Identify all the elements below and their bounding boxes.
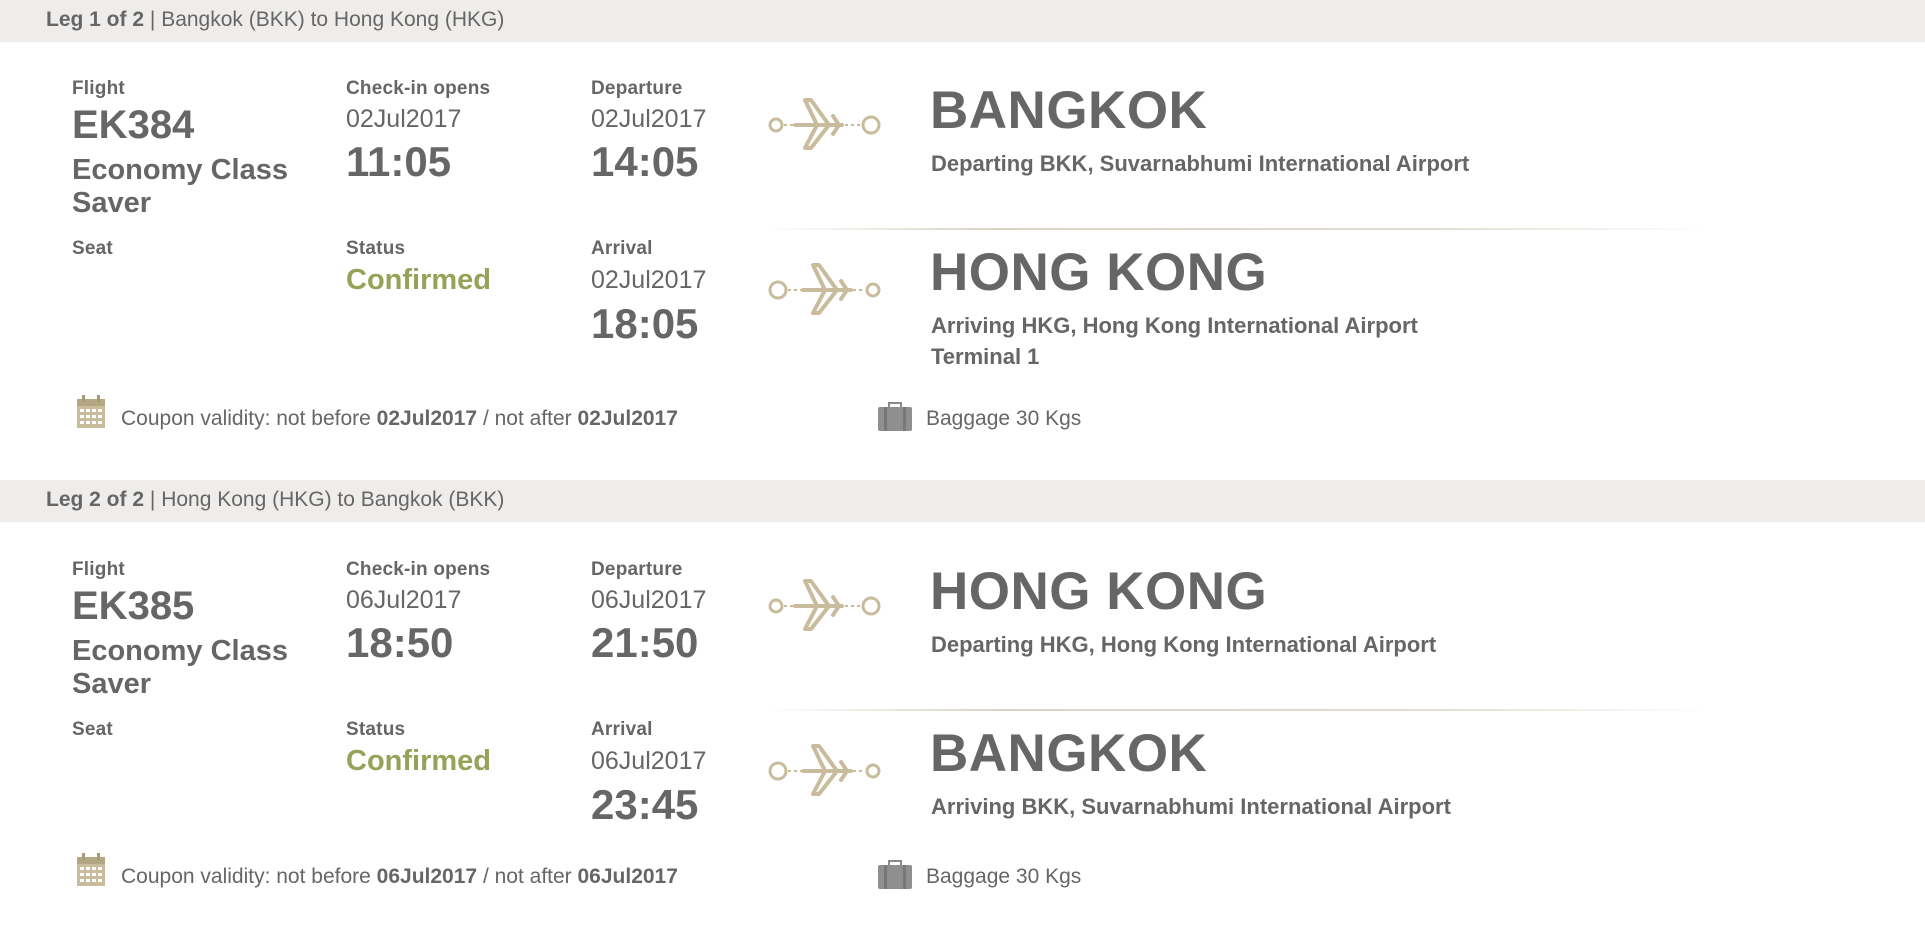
- leg-route: Bangkok (BKK) to Hong Kong (HKG): [161, 8, 505, 31]
- checkin-label: Check-in opens: [346, 78, 491, 99]
- leg-label: Leg 2 of 2: [46, 488, 145, 511]
- departure-time: 21:50: [591, 619, 699, 666]
- coupon-not-before: 02Jul2017: [376, 407, 478, 430]
- suitcase-icon: [878, 860, 912, 889]
- departure-airport: Departing BKK, Suvarnabhumi Internationa…: [931, 151, 1470, 176]
- checkin-date: 02Jul2017: [346, 105, 462, 133]
- arrival-time: 18:05: [591, 300, 699, 347]
- leg-divider: [762, 228, 1712, 230]
- arrival-label: Arrival: [591, 238, 653, 259]
- checkin-date: 06Jul2017: [346, 586, 462, 614]
- arrival-label: Arrival: [591, 719, 653, 740]
- cabin-class: Economy Class Saver: [72, 635, 288, 700]
- calendar-icon: [77, 395, 105, 428]
- coupon-prefix: Coupon validity: not before: [121, 407, 371, 430]
- flight-label: Flight: [72, 78, 125, 99]
- coupon-middle: / not after: [482, 865, 572, 888]
- arrival-city: HONG KONG: [930, 243, 1268, 302]
- leg-separator: |: [149, 8, 156, 31]
- departure-city: BANGKOK: [930, 81, 1208, 140]
- flight-number: EK384: [72, 103, 195, 147]
- checkin-time: 11:05: [346, 138, 452, 185]
- departure-date: 06Jul2017: [591, 586, 707, 614]
- calendar-icon: [77, 853, 105, 886]
- arrival-airport: Arriving HKG, Hong Kong International Ai…: [931, 313, 1418, 338]
- leg-header: Leg 2 of 2 | Hong Kong (HKG) to Bangkok …: [0, 480, 1925, 522]
- checkin-time: 18:50: [346, 619, 454, 666]
- coupon-not-after: 06Jul2017: [577, 865, 678, 888]
- departure-label: Departure: [591, 78, 683, 99]
- coupon-validity: Coupon validity: not before 02Jul2017 / …: [121, 407, 678, 431]
- seat-label: Seat: [72, 238, 113, 259]
- plane-arrival-icon: [768, 744, 881, 796]
- arrival-terminal: Terminal 1: [931, 344, 1040, 369]
- checkin-label: Check-in opens: [346, 559, 491, 580]
- arrival-time: 23:45: [591, 781, 699, 828]
- departure-time: 14:05: [591, 138, 699, 185]
- departure-airport: Departing HKG, Hong Kong International A…: [931, 632, 1437, 657]
- departure-city: HONG KONG: [930, 562, 1268, 621]
- plane-departure-icon: [768, 98, 881, 150]
- departure-date: 02Jul2017: [591, 105, 707, 133]
- coupon-not-after: 02Jul2017: [577, 407, 678, 430]
- leg-header: Leg 1 of 2 | Bangkok (BKK) to Hong Kong …: [0, 0, 1925, 42]
- status-badge: Confirmed: [346, 264, 491, 296]
- seat-label: Seat: [72, 719, 113, 740]
- flight-number: EK385: [72, 584, 195, 628]
- plane-departure-icon: [768, 579, 881, 631]
- status-badge: Confirmed: [346, 745, 491, 777]
- leg-separator: |: [149, 488, 156, 511]
- arrival-date: 06Jul2017: [591, 747, 707, 775]
- baggage-allowance: Baggage 30 Kgs: [926, 407, 1082, 430]
- status-label: Status: [346, 238, 406, 259]
- coupon-middle: / not after: [482, 407, 572, 430]
- status-label: Status: [346, 719, 406, 740]
- suitcase-icon: [878, 402, 912, 431]
- leg-label: Leg 1 of 2: [46, 8, 145, 31]
- arrival-city: BANGKOK: [930, 724, 1208, 783]
- departure-label: Departure: [591, 559, 683, 580]
- plane-arrival-icon: [768, 263, 881, 315]
- leg-route: Hong Kong (HKG) to Bangkok (BKK): [161, 488, 505, 511]
- cabin-class: Economy Class Saver: [72, 154, 288, 219]
- baggage-allowance: Baggage 30 Kgs: [926, 865, 1082, 888]
- coupon-not-before: 06Jul2017: [376, 865, 478, 888]
- arrival-date: 02Jul2017: [591, 266, 707, 294]
- flight-label: Flight: [72, 559, 125, 580]
- coupon-validity: Coupon validity: not before 06Jul2017 / …: [121, 865, 678, 889]
- leg-divider: [762, 709, 1712, 711]
- coupon-prefix: Coupon validity: not before: [121, 865, 371, 888]
- arrival-airport: Arriving BKK, Suvarnabhumi International…: [931, 794, 1451, 819]
